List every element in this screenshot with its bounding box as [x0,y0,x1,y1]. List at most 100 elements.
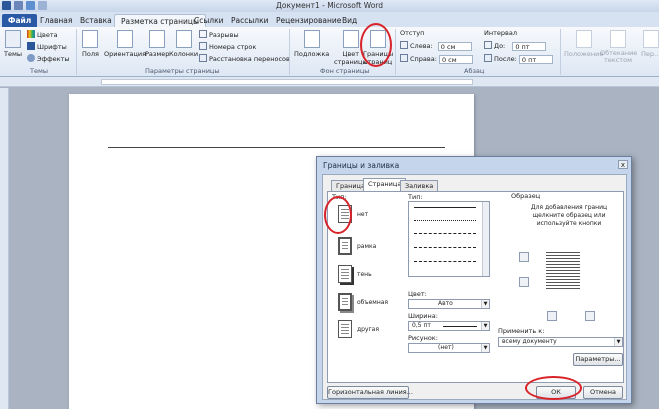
preview-area[interactable]: Образец Для добавления границ щелкните о… [511,192,619,322]
spacing-before-icon [484,41,492,49]
preset-custom-icon[interactable] [338,320,352,338]
spacing-before: До: 0 пт [484,41,547,51]
dialog-title: Границы и заливка [323,161,400,170]
cancel-button[interactable]: Отмена [583,386,623,399]
window-title: Документ1 - Microsoft Word [276,1,383,10]
themes-button[interactable]: Темы [4,30,22,58]
apply-to-select[interactable]: всему документу ▼ [498,337,623,347]
style-dotted[interactable] [414,220,476,221]
breaks-button[interactable]: Разрывы [199,30,239,39]
group-label-page-setup: Параметры страницы [145,67,220,75]
group-separator [560,29,561,75]
horizontal-line-button[interactable]: Горизонтальная линия... [327,386,413,399]
bottom-border-button[interactable] [519,277,529,287]
preset-shadow-icon[interactable] [338,265,352,283]
columns-icon [175,30,192,48]
watermark-icon [303,30,320,48]
chevron-down-icon: ▼ [481,322,489,330]
line-numbers-button[interactable]: Номера строк [199,42,256,51]
chevron-down-icon: ▼ [481,344,489,352]
style-dash-small[interactable] [414,233,476,234]
width-label: Ширина: [408,312,438,320]
art-label: Рисунок: [408,334,438,342]
annotation-circle-page-borders [360,23,392,67]
theme-fonts-button[interactable]: Шрифты [27,42,67,51]
preset-none-label[interactable]: нет [357,211,368,218]
margins-icon [82,30,99,48]
left-border-button[interactable] [547,311,557,321]
orientation-button[interactable]: Ориентация [104,30,146,58]
ruler-bar [101,79,473,85]
position-button[interactable]: Положение [564,30,603,58]
themes-icon [5,30,21,48]
page-border-panel: Тип: нет рамка тень объемная другая Тип:… [327,191,624,383]
preview-label: Образец [511,192,541,200]
bring-forward-button[interactable]: Пер... [641,30,659,58]
preset-box-icon[interactable] [338,237,352,255]
theme-effects-button[interactable]: Эффекты [27,54,70,63]
spacing-after-input[interactable]: 0 пт [518,54,553,64]
ribbon: Темы Цвета Шрифты Эффекты Темы Поля Орие… [0,27,659,77]
chevron-down-icon: ▼ [614,338,622,346]
style-dashed[interactable] [414,247,476,248]
wrap-text-button[interactable]: Обтекание текстом [600,30,637,64]
preset-3d-label[interactable]: объемная [357,299,388,306]
breaks-icon [199,30,207,38]
hyphenation-button[interactable]: Расстановка переносов [199,54,290,63]
preset-custom-label[interactable]: другая [357,326,379,333]
right-border-button[interactable] [585,311,595,321]
tab-view[interactable]: Вид [336,14,363,27]
dialog-body: Граница Страница Заливка Тип: нет рамка … [322,174,627,400]
close-button[interactable]: x [618,160,628,169]
tab-mailings[interactable]: Рассылки [225,14,275,27]
preset-box-label[interactable]: рамка [357,243,376,250]
indent-left-icon [400,41,408,49]
page-color-icon [342,30,359,48]
tab-home[interactable]: Главная [34,14,78,27]
columns-button[interactable]: Колонки [169,30,198,58]
title-bar: Документ1 - Microsoft Word [0,0,659,12]
effects-icon [27,54,35,62]
orientation-icon [117,30,134,48]
width-select[interactable]: 0,5 пт ▼ [408,321,490,331]
size-button[interactable]: Размер [145,30,169,58]
preset-shadow-label[interactable]: тень [357,271,372,278]
vertical-ruler[interactable] [0,88,9,409]
preview-hint: Для добавления границ щелкните образец и… [530,204,608,227]
horizontal-line [108,147,445,148]
annotation-circle-ok [525,376,582,400]
position-icon [575,30,592,48]
theme-colors-button[interactable]: Цвета [27,30,58,39]
art-select[interactable]: (нет) ▼ [408,343,490,353]
indent-right: Справа: 0 см [400,54,473,64]
indent-right-input[interactable]: 0 см [438,54,473,64]
spacing-before-input[interactable]: 0 пт [512,41,547,51]
indent-left-input[interactable]: 0 см [437,41,472,51]
style-solid[interactable] [414,207,476,208]
style-dash-dot[interactable] [414,261,476,262]
line-style-list[interactable] [408,201,490,277]
style-scrollbar[interactable] [482,202,489,276]
margins-button[interactable]: Поля [82,30,99,58]
group-separator [289,29,290,75]
watermark-button[interactable]: Подложка [294,30,329,58]
indent-label: Отступ [400,29,425,37]
colors-icon [27,30,35,38]
wrap-text-icon [610,30,626,48]
tab-file[interactable]: Файл [2,14,38,27]
horizontal-ruler[interactable] [0,77,659,87]
style-label: Тип: [408,193,423,201]
indent-right-icon [400,54,408,62]
preset-3d-icon[interactable] [338,293,352,311]
indent-left: Слева: 0 см [400,41,472,51]
borders-shading-dialog: Границы и заливка x Граница Страница Зал… [316,156,632,404]
line-numbers-icon [199,42,207,50]
top-border-button[interactable] [519,252,529,262]
group-separator [76,29,77,75]
options-button[interactable]: Параметры... [573,353,623,366]
tab-references[interactable]: Ссылки [188,14,229,27]
tab-shading[interactable]: Заливка [400,180,439,191]
group-label-themes: Темы [30,67,49,75]
color-select[interactable]: Авто ▼ [408,299,490,309]
tab-insert[interactable]: Вставка [74,14,118,27]
